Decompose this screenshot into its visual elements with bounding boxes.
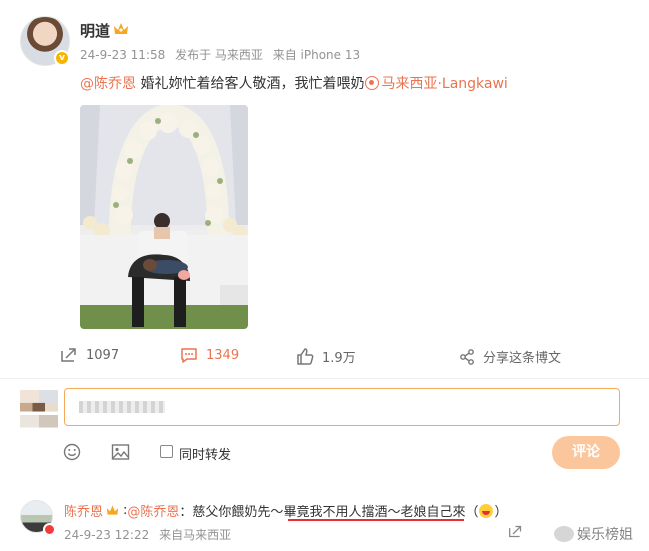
location-pin-icon (365, 76, 380, 90)
commenter-name[interactable]: 陈乔恩 (64, 501, 103, 520)
post-photo[interactable] (80, 105, 248, 329)
like-button[interactable]: 1.9万 (296, 347, 356, 366)
commenter-crown-icon (106, 505, 119, 515)
post-location-link[interactable]: 马来西亚·Langkawi (381, 76, 507, 92)
repost-button[interactable]: 1097 (60, 347, 119, 363)
comment-button[interactable]: 1349 (180, 347, 239, 363)
comment-input[interactable] (64, 388, 620, 426)
comment-time: 24-9-23 12:22 (64, 528, 150, 542)
current-user-avatar (20, 390, 58, 428)
image-icon[interactable] (111, 443, 130, 461)
submit-comment-button[interactable]: 评论 (552, 436, 620, 469)
post-text: @陈乔恩 婚礼妳忙着给客人敬酒，我忙着喂奶 马来西亚·Langkawi (80, 73, 508, 93)
blurred-input-text (79, 401, 165, 413)
comment-meta: 24-9-23 12:22 来自马来西亚 (64, 526, 237, 543)
comment-text: 陈乔恩 : @陈乔恩 ：慈父你餵奶先～ 畢竟我不用人擋酒 ～老娘自己來（ ） (64, 501, 507, 520)
comment-icon (181, 348, 197, 363)
comment-mention-link[interactable]: @陈乔恩 (127, 501, 179, 520)
post-device: 来自 iPhone 13 (272, 48, 361, 62)
comment-count: 1349 (206, 347, 240, 363)
post-body: 婚礼妳忙着给客人敬酒，我忙着喂奶 (136, 76, 365, 92)
comment-text-after: ～老娘自己來（ (387, 505, 479, 520)
section-divider (0, 378, 649, 379)
comment-text-underlined: 畢竟我不用人擋酒 (283, 505, 388, 520)
post-meta: 24-9-23 11:58 发布于 马来西亚 来自 iPhone 13 (80, 46, 366, 63)
comment-location: 来自马来西亚 (159, 528, 232, 542)
sync-repost-checkbox[interactable] (160, 445, 173, 458)
red-underline-annotation (288, 519, 464, 521)
comment-repost-icon[interactable] (508, 524, 523, 539)
thumbs-up-icon (297, 348, 314, 365)
commenter-verified-icon (43, 523, 56, 536)
weibo-watermark: 娱乐榜姐 (554, 524, 633, 544)
laughing-emoji-icon (479, 503, 494, 518)
share-icon (460, 348, 474, 365)
post-time[interactable]: 24-9-23 11:58 (80, 48, 165, 62)
weibo-logo-icon (554, 526, 574, 542)
comment-text-end: ） (494, 505, 508, 520)
like-count: 1.9万 (322, 351, 356, 366)
photo-scene (80, 105, 248, 329)
author-name[interactable]: 明道 (80, 20, 110, 41)
repost-icon (61, 348, 76, 362)
sync-repost-label: 同时转发 (179, 448, 232, 463)
share-label: 分享这条博文 (483, 351, 562, 366)
verified-badge-icon: v (54, 50, 70, 66)
emoji-icon[interactable] (63, 443, 81, 461)
watermark-text: 娱乐榜姐 (577, 527, 633, 543)
post-mention-link[interactable]: @陈乔恩 (80, 76, 136, 92)
comment-text-before: ：慈父你餵奶先～ (179, 505, 284, 520)
share-button[interactable]: 分享这条博文 (459, 347, 561, 366)
post-location-meta: 发布于 马来西亚 (175, 48, 263, 62)
repost-count: 1097 (86, 347, 120, 363)
crown-icon (114, 23, 128, 34)
comment-actions (508, 524, 523, 539)
